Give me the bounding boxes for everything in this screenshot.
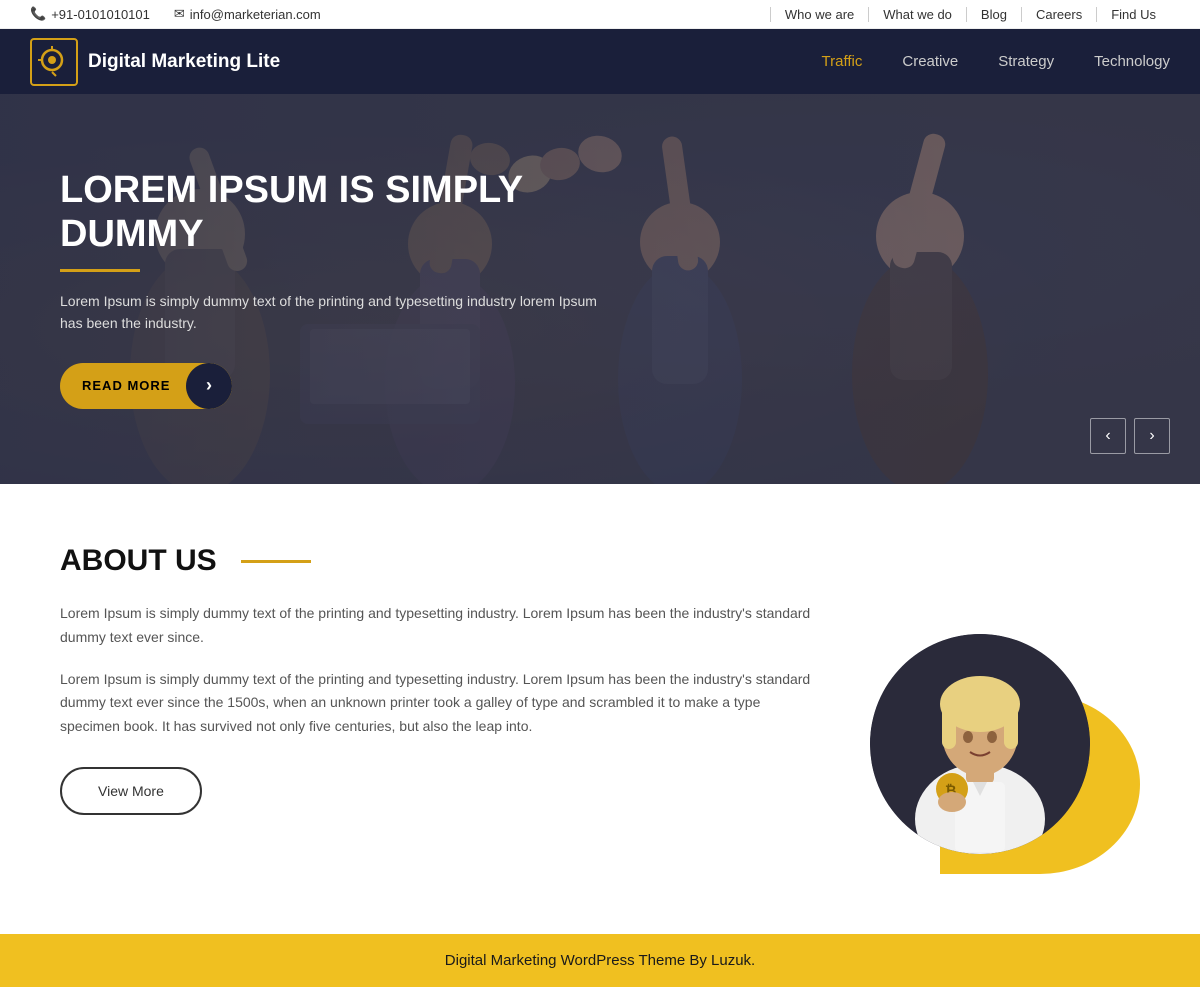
phone-contact: 📞 +91-0101010101	[30, 6, 150, 22]
logo-svg	[38, 46, 70, 78]
topnav-blog[interactable]: Blog	[967, 7, 1022, 22]
about-title-line	[241, 560, 311, 563]
about-section: ABOUT US Lorem Ipsum is simply dummy tex…	[0, 484, 1200, 934]
nav-technology[interactable]: Technology	[1094, 53, 1170, 70]
about-content: ABOUT US Lorem Ipsum is simply dummy tex…	[60, 544, 820, 815]
logo-icon	[30, 38, 78, 86]
main-nav: Digital Marketing Lite Traffic Creative …	[0, 29, 1200, 94]
about-para-2: Lorem Ipsum is simply dummy text of the …	[60, 668, 820, 739]
hero-content: LOREM IPSUM IS SIMPLY DUMMY Lorem Ipsum …	[0, 169, 660, 408]
footer-bar: Digital Marketing WordPress Theme By Luz…	[0, 934, 1200, 987]
hero-next-button[interactable]: ›	[1134, 418, 1170, 454]
main-nav-links: Traffic Creative Strategy Technology	[822, 53, 1170, 70]
about-title-text: ABOUT US	[60, 544, 217, 578]
about-person-circle: ₿	[870, 634, 1090, 854]
nav-traffic[interactable]: Traffic	[822, 53, 863, 70]
about-image-area: ₿	[860, 554, 1140, 874]
about-para-1: Lorem Ipsum is simply dummy text of the …	[60, 602, 820, 650]
topnav-who-we-are[interactable]: Who we are	[770, 7, 869, 22]
about-title: ABOUT US	[60, 544, 820, 578]
top-bar-contacts: 📞 +91-0101010101 ✉ info@marketerian.com	[30, 6, 321, 22]
topnav-what-we-do[interactable]: What we do	[869, 7, 967, 22]
phone-icon: 📞	[30, 6, 46, 22]
logo-text: Digital Marketing Lite	[88, 51, 280, 73]
about-person-svg: ₿	[870, 634, 1090, 854]
phone-number: +91-0101010101	[51, 7, 150, 22]
hero-title: LOREM IPSUM IS SIMPLY DUMMY	[60, 169, 600, 256]
top-bar-nav: Who we are What we do Blog Careers Find …	[770, 7, 1170, 22]
logo-link[interactable]: Digital Marketing Lite	[30, 38, 280, 86]
email-address: info@marketerian.com	[190, 7, 321, 22]
hero-subtitle: Lorem Ipsum is simply dummy text of the …	[60, 290, 600, 335]
topnav-careers[interactable]: Careers	[1022, 7, 1097, 22]
about-view-more-button[interactable]: View More	[60, 767, 202, 815]
hero-title-underline	[60, 269, 140, 272]
hero-cta-button[interactable]: READ MORE ›	[60, 363, 232, 409]
nav-strategy[interactable]: Strategy	[998, 53, 1054, 70]
footer-text: Digital Marketing WordPress Theme By Luz…	[445, 952, 755, 969]
nav-creative[interactable]: Creative	[902, 53, 958, 70]
hero-nav-arrows: ‹ ›	[1090, 418, 1170, 454]
email-icon: ✉	[174, 6, 185, 22]
email-contact: ✉ info@marketerian.com	[174, 6, 321, 22]
top-bar: 📞 +91-0101010101 ✉ info@marketerian.com …	[0, 0, 1200, 29]
hero-cta-label: READ MORE	[82, 378, 186, 393]
hero-prev-button[interactable]: ‹	[1090, 418, 1126, 454]
hero-cta-arrow-icon: ›	[186, 363, 232, 409]
hero-section: LOREM IPSUM IS SIMPLY DUMMY Lorem Ipsum …	[0, 94, 1200, 484]
topnav-find-us[interactable]: Find Us	[1097, 7, 1170, 22]
